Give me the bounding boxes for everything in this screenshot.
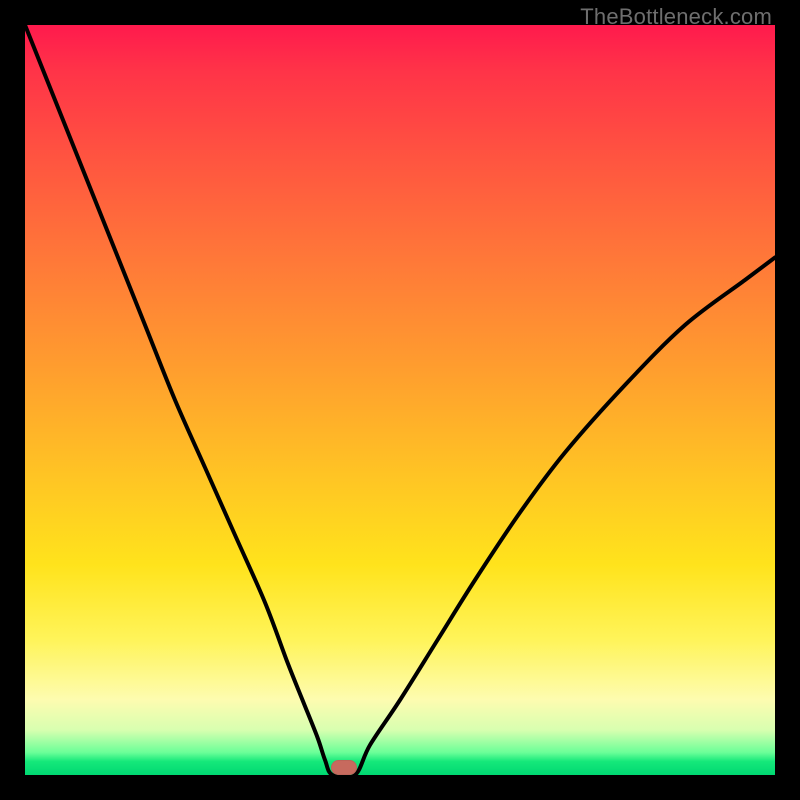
bottleneck-curve (25, 25, 775, 775)
plot-area (25, 25, 775, 775)
watermark-text: TheBottleneck.com (580, 4, 772, 30)
optimal-marker (331, 760, 357, 775)
chart-frame: TheBottleneck.com (0, 0, 800, 800)
